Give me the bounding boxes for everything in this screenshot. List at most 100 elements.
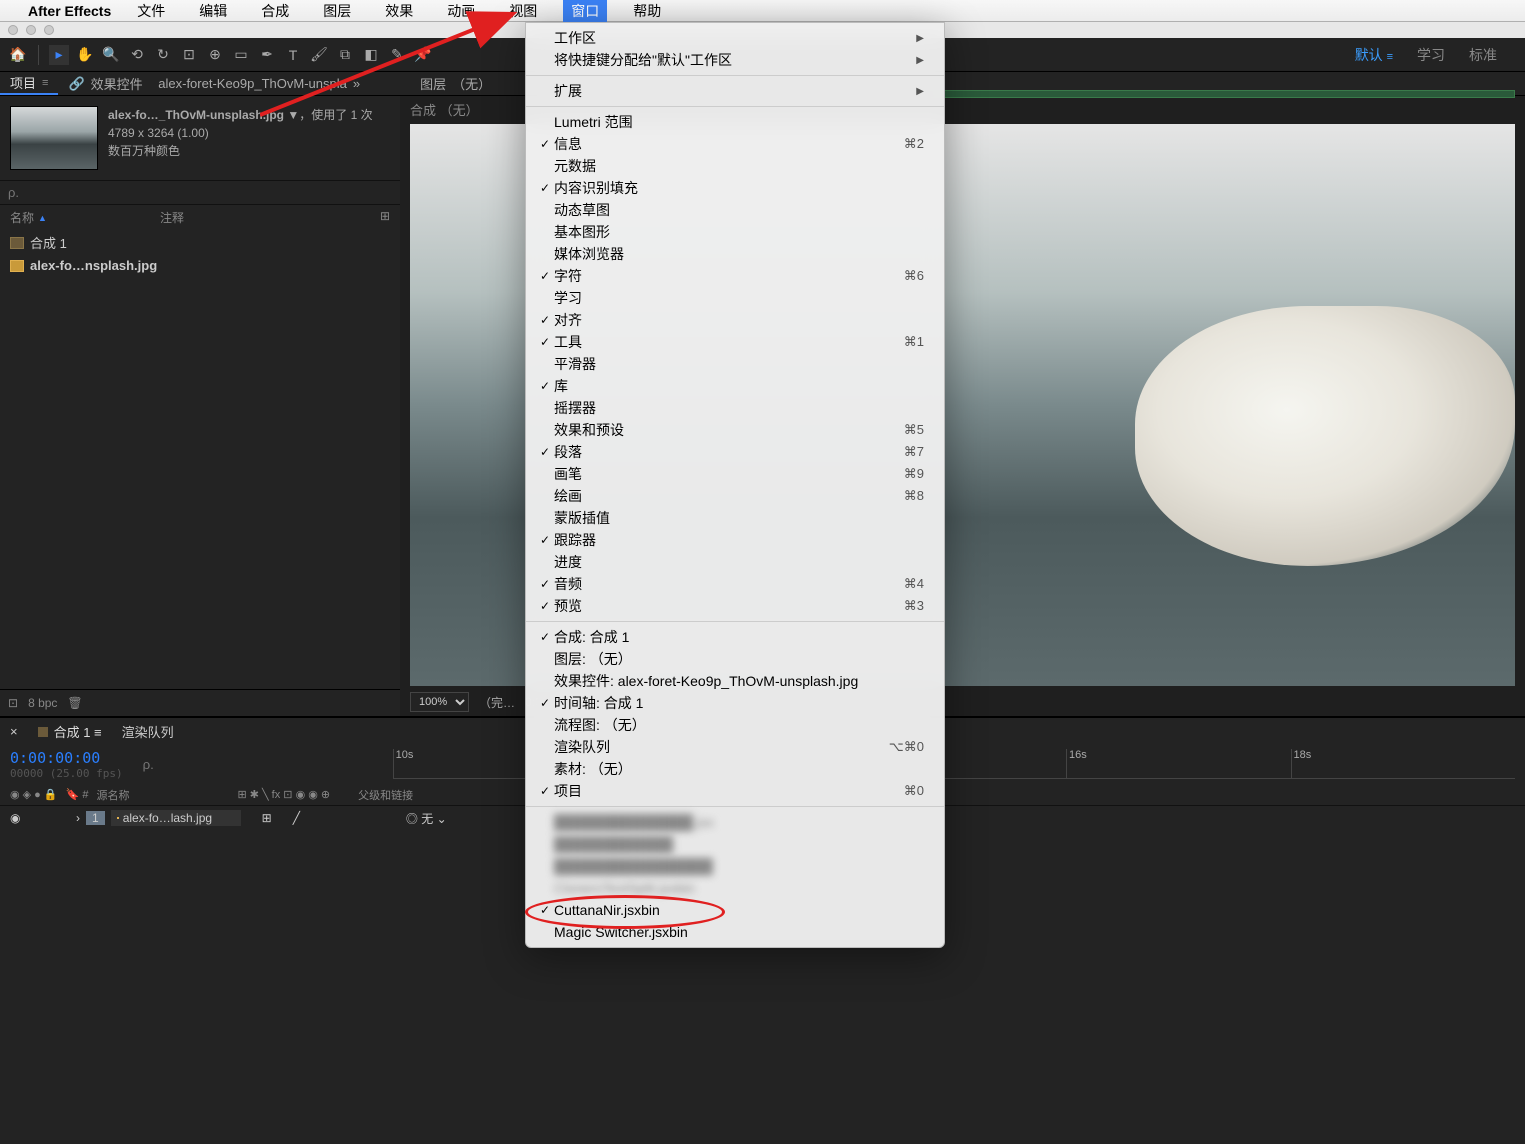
shape-tool-icon[interactable]: ▭ xyxy=(231,45,251,65)
image-file-icon xyxy=(10,260,24,272)
menu-item[interactable]: 动态草图 xyxy=(526,199,944,221)
workspace-learn[interactable]: 学习 xyxy=(1417,45,1445,65)
menu-animation[interactable]: 动画 xyxy=(439,0,483,23)
menu-item[interactable]: ✓合成: 合成 1 xyxy=(526,626,944,648)
pen-tool-icon[interactable]: ✒ xyxy=(257,45,277,65)
menu-item[interactable]: ✓信息⌘2 xyxy=(526,133,944,155)
menu-item[interactable]: ██████████████.jsx xyxy=(526,811,944,833)
eraser-tool-icon[interactable]: ◧ xyxy=(361,45,381,65)
trash-icon[interactable]: 🗑 xyxy=(67,696,82,710)
timeline-tab-comp[interactable]: 合成 1 ≡ xyxy=(38,722,102,741)
menu-item[interactable]: ✓库 xyxy=(526,375,944,397)
project-row-file[interactable]: alex-fo…nsplash.jpg xyxy=(0,255,400,276)
timecode[interactable]: 0:00:00:00 xyxy=(10,749,123,767)
workspace-default[interactable]: 默认 ≡ xyxy=(1355,45,1393,65)
menu-item[interactable]: Magic Switcher.jsxbin xyxy=(526,921,944,943)
bpc-button[interactable]: 8 bpc xyxy=(28,696,57,710)
timeline-tab-render[interactable]: 渲染队列 xyxy=(122,722,174,741)
menu-file[interactable]: 文件 xyxy=(129,0,173,23)
link-icon: 🔗 xyxy=(68,76,84,92)
menu-item[interactable]: ✓跟踪器 xyxy=(526,529,944,551)
menu-item[interactable]: Lumetri 范围 xyxy=(526,111,944,133)
project-footer: ⊡ 8 bpc 🗑 xyxy=(0,689,400,716)
project-item-info: alex-fo…_ThOvM-unsplash.jpg ▼，使用了 1 次 47… xyxy=(108,106,373,170)
menu-composition[interactable]: 合成 xyxy=(253,0,297,23)
menu-item[interactable]: 扩展▶ xyxy=(526,80,944,102)
menu-item[interactable]: ✓项目⌘0 xyxy=(526,780,944,802)
roto-tool-icon[interactable]: ✎ xyxy=(387,45,407,65)
orbit-tool-icon[interactable]: ⟲ xyxy=(127,45,147,65)
hand-tool-icon[interactable]: ✋ xyxy=(75,45,95,65)
menu-layer[interactable]: 图层 xyxy=(315,0,359,23)
menu-item[interactable]: ✓预览⌘3 xyxy=(526,595,944,617)
menu-item[interactable]: 媒体浏览器 xyxy=(526,243,944,265)
menu-item[interactable]: ✓工具⌘1 xyxy=(526,331,944,353)
camera-tool-icon[interactable]: ⊡ xyxy=(179,45,199,65)
workspace-standard[interactable]: 标准 xyxy=(1469,45,1497,65)
mac-menubar: After Effects 文件 编辑 合成 图层 效果 动画 视图 窗口 帮助 xyxy=(0,0,1525,22)
menu-item[interactable]: 平滑器 xyxy=(526,353,944,375)
menu-item[interactable]: 基本图形 xyxy=(526,221,944,243)
flowchart-icon[interactable]: ⊞ xyxy=(380,209,390,226)
brush-tool-icon[interactable]: 🖌 xyxy=(309,45,329,65)
menu-item[interactable]: 工作区▶ xyxy=(526,27,944,49)
timeline-search-input[interactable] xyxy=(143,757,203,772)
zoom-window-icon[interactable] xyxy=(44,25,54,35)
menu-item[interactable]: 画笔⌘9 xyxy=(526,463,944,485)
menu-item[interactable]: ✓字符⌘6 xyxy=(526,265,944,287)
comp-tab[interactable]: 合成 （无） xyxy=(410,100,479,116)
menu-item[interactable]: 学习 xyxy=(526,287,944,309)
menu-item[interactable]: 渲染队列⌥⌘0 xyxy=(526,736,944,758)
menu-item[interactable]: 蒙版插值 xyxy=(526,507,944,529)
menu-item[interactable]: ✓段落⌘7 xyxy=(526,441,944,463)
menu-item[interactable]: ████████████ xyxy=(526,833,944,855)
menu-item[interactable]: 效果控件: alex-foret-Keo9p_ThOvM-unsplash.jp… xyxy=(526,670,944,692)
text-tool-icon[interactable]: T xyxy=(283,45,303,65)
tab-layer[interactable]: 图层 （无） xyxy=(410,72,501,95)
sort-icon[interactable]: ▲ xyxy=(38,213,47,223)
zoom-select[interactable]: 100% xyxy=(410,692,469,712)
menu-item[interactable]: 绘画⌘8 xyxy=(526,485,944,507)
project-thumbnail[interactable] xyxy=(10,106,98,170)
composition-icon xyxy=(10,237,24,249)
minimize-window-icon[interactable] xyxy=(26,25,36,35)
menu-item[interactable]: 摇摆器 xyxy=(526,397,944,419)
menu-view[interactable]: 视图 xyxy=(501,0,545,23)
menu-item[interactable]: ✓内容识别填充 xyxy=(526,177,944,199)
menu-item[interactable]: 将快捷键分配给"默认"工作区▶ xyxy=(526,49,944,71)
window-menu-dropdown: 工作区▶将快捷键分配给"默认"工作区▶ 扩展▶ Lumetri 范围✓信息⌘2元数据… xyxy=(525,22,945,948)
menu-item[interactable]: 效果和预设⌘5 xyxy=(526,419,944,441)
pan-behind-tool-icon[interactable]: ⊕ xyxy=(205,45,225,65)
menu-edit[interactable]: 编辑 xyxy=(191,0,235,23)
menu-item[interactable]: ✓对齐 xyxy=(526,309,944,331)
menu-item[interactable]: 进度 xyxy=(526,551,944,573)
selection-tool-icon[interactable]: ▸ xyxy=(49,45,69,65)
project-row-comp[interactable]: 合成 1 xyxy=(0,230,400,255)
clone-tool-icon[interactable]: ⧉ xyxy=(335,45,355,65)
zoom-tool-icon[interactable]: 🔍 xyxy=(101,45,121,65)
workspace-switcher: 默认 ≡ 学习 标准 xyxy=(1355,45,1517,65)
menu-effect[interactable]: 效果 xyxy=(377,0,421,23)
home-icon[interactable]: 🏠 xyxy=(8,45,28,65)
menu-help[interactable]: 帮助 xyxy=(625,0,669,23)
interpret-icon[interactable]: ⊡ xyxy=(8,696,18,710)
menu-item[interactable]: 元数据 xyxy=(526,155,944,177)
menu-item[interactable]: 流程图: （无） xyxy=(526,714,944,736)
menu-item[interactable]: 素材: （无） xyxy=(526,758,944,780)
app-title: After Effects xyxy=(28,3,111,19)
swan-image-content xyxy=(1135,306,1515,566)
menu-item[interactable]: 图层: （无） xyxy=(526,648,944,670)
menu-window[interactable]: 窗口 xyxy=(563,0,607,23)
tab-project[interactable]: 项目 ≡ xyxy=(0,72,58,95)
puppet-tool-icon[interactable]: 📌 xyxy=(413,45,433,65)
project-search-input[interactable] xyxy=(8,185,392,200)
menu-item[interactable]: ✓CuttanaNir.jsxbin xyxy=(526,899,944,921)
close-window-icon[interactable] xyxy=(8,25,18,35)
menu-item[interactable]: ✓时间轴: 合成 1 xyxy=(526,692,944,714)
menu-item[interactable]: ✓音频⌘4 xyxy=(526,573,944,595)
menu-item[interactable]: ████████████████ xyxy=(526,855,944,877)
timeline-close-icon[interactable]: × xyxy=(10,724,18,739)
menu-item[interactable]: ClonersTextSplit.jsxbin xyxy=(526,877,944,899)
rotate-tool-icon[interactable]: ↻ xyxy=(153,45,173,65)
tab-effect-controls[interactable]: 🔗 效果控件 alex-foret-Keo9p_ThOvM-unspla » xyxy=(58,72,370,95)
